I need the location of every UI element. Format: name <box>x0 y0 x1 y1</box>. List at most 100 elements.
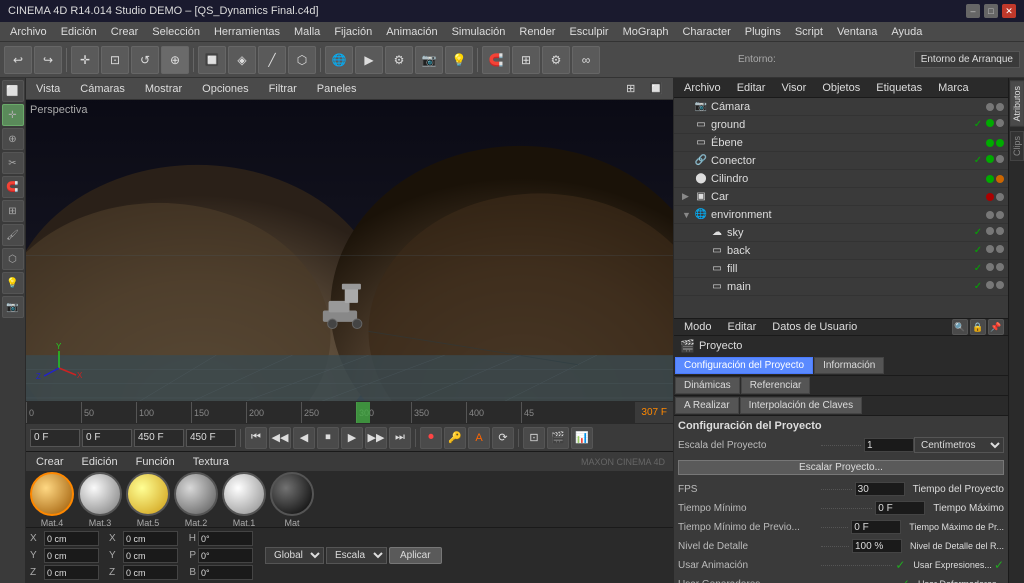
render-settings[interactable]: ⚙ <box>385 46 413 74</box>
mode-editar[interactable]: Editar <box>722 320 763 334</box>
menu-mograph[interactable]: MoGraph <box>617 24 675 40</box>
mat-funcion[interactable]: Función <box>130 455 181 469</box>
om-item-ground[interactable]: ▭ground✓ <box>674 116 1008 134</box>
fps-field[interactable] <box>855 482 905 496</box>
escala-unit-dropdown[interactable]: Centímetros Metros <box>914 437 1004 453</box>
b-field[interactable] <box>198 565 253 580</box>
menu-edicion[interactable]: Edición <box>55 24 103 40</box>
mat-crear[interactable]: Crear <box>30 455 70 469</box>
mode-modo[interactable]: Modo <box>678 320 718 334</box>
material-item-Mat[interactable]: Mat <box>270 472 314 527</box>
om-item-environment[interactable]: ▼🌐environment <box>674 206 1008 224</box>
menu-render[interactable]: Render <box>513 24 561 40</box>
attr-lock-btn[interactable]: 🔒 <box>970 319 986 335</box>
om-item-conector[interactable]: 🔗Conector✓ <box>674 152 1008 170</box>
mode-datos[interactable]: Datos de Usuario <box>766 320 863 334</box>
om-dot-gray[interactable] <box>996 211 1004 219</box>
menu-esculpir[interactable]: Esculpir <box>563 24 614 40</box>
undo-button[interactable]: ↩ <box>4 46 32 74</box>
entorno-value[interactable]: Entorno de Arranque <box>914 51 1020 68</box>
om-dot-gray[interactable] <box>986 281 994 289</box>
menu-ayuda[interactable]: Ayuda <box>885 24 928 40</box>
icon-axis[interactable]: ⊞ <box>2 200 24 222</box>
go-start-button[interactable]: ⏮ <box>245 427 267 449</box>
rotate-tool[interactable]: ↺ <box>131 46 159 74</box>
om-item-main[interactable]: ▭main✓ <box>674 278 1008 296</box>
playback-opt-btn[interactable]: 📊 <box>571 427 593 449</box>
poly-mode[interactable]: ⬡ <box>288 46 316 74</box>
om-check[interactable]: ✓ <box>972 245 984 257</box>
om-item-sky[interactable]: ☁sky✓ <box>674 224 1008 242</box>
om-dot-gray[interactable] <box>986 245 994 253</box>
expand-arrow[interactable]: ▶ <box>682 191 694 202</box>
menu-simulacion[interactable]: Simulación <box>446 24 512 40</box>
om-archivo[interactable]: Archivo <box>678 81 727 95</box>
step-back-button[interactable]: ◀ <box>293 427 315 449</box>
om-dot-red[interactable] <box>986 193 994 201</box>
record-btn[interactable]: ⏺ <box>420 427 442 449</box>
menu-ventana[interactable]: Ventana <box>831 24 883 40</box>
om-dot-green[interactable] <box>986 155 994 163</box>
om-check[interactable]: ✓ <box>972 119 984 131</box>
coord-dropdown[interactable]: Global Local <box>265 547 324 564</box>
om-dot-gray[interactable] <box>996 193 1004 201</box>
material-item-Mat.3[interactable]: Mat.3 <box>78 472 122 527</box>
icon-move[interactable]: ✛ <box>2 104 24 126</box>
material-item-Mat.1[interactable]: Mat.1 <box>222 472 266 527</box>
icon-cube[interactable]: ⬜ <box>2 80 24 102</box>
escala-field[interactable] <box>864 438 914 452</box>
menu-animacion[interactable]: Animación <box>380 24 443 40</box>
hz-field[interactable] <box>123 565 178 580</box>
om-check[interactable]: ✓ <box>972 155 984 167</box>
vp-filtrar[interactable]: Filtrar <box>263 82 303 96</box>
tiempo-min-field[interactable] <box>875 501 925 515</box>
snap-time-btn[interactable]: ⊡ <box>523 427 545 449</box>
attr-tab-dinamicas[interactable]: Dinámicas <box>675 377 740 394</box>
om-marca[interactable]: Marca <box>932 81 975 95</box>
hy-field[interactable] <box>123 548 178 563</box>
attr-tab-info[interactable]: Información <box>814 357 884 374</box>
object-mode[interactable]: 🔲 <box>198 46 226 74</box>
vtab-clips[interactable]: Clips <box>1010 131 1024 161</box>
grid-btn[interactable]: ⊞ <box>512 46 540 74</box>
icon-magnet[interactable]: 🧲 <box>2 176 24 198</box>
om-item-back[interactable]: ▭back✓ <box>674 242 1008 260</box>
om-dot-gray[interactable] <box>986 211 994 219</box>
menu-seleccion[interactable]: Selección <box>146 24 206 40</box>
tiempo-min-prev-field[interactable] <box>851 520 901 534</box>
next-frame-button[interactable]: ▶▶ <box>365 427 387 449</box>
apply-button[interactable]: Aplicar <box>389 547 442 564</box>
mat-edicion[interactable]: Edición <box>76 455 124 469</box>
redo-button[interactable]: ↪ <box>34 46 62 74</box>
om-check[interactable]: ✓ <box>972 227 984 239</box>
component-mode[interactable]: ◈ <box>228 46 256 74</box>
om-check[interactable]: ✓ <box>972 281 984 293</box>
usar-gen-check[interactable]: ✓ <box>900 577 910 583</box>
om-item-fill[interactable]: ▭fill✓ <box>674 260 1008 278</box>
vp-vista[interactable]: Vista <box>30 82 66 96</box>
om-dot-gray[interactable] <box>996 245 1004 253</box>
om-dot-gray[interactable] <box>996 227 1004 235</box>
maximize-button[interactable]: □ <box>984 4 998 18</box>
frame-current-field[interactable] <box>82 429 132 447</box>
camera-btn[interactable]: 📷 <box>415 46 443 74</box>
light-btn[interactable]: 💡 <box>445 46 473 74</box>
om-dot-gray[interactable] <box>986 103 994 111</box>
z-field[interactable] <box>44 565 99 580</box>
vp-icon1[interactable]: ⊞ <box>620 81 641 96</box>
icon-knife[interactable]: ✂ <box>2 152 24 174</box>
om-dot-gray[interactable] <box>996 119 1004 127</box>
menu-crear[interactable]: Crear <box>105 24 145 40</box>
vtab-atributos[interactable]: Atributos <box>1010 81 1024 127</box>
mat-textura[interactable]: Textura <box>187 455 235 469</box>
om-dot-green[interactable] <box>986 175 994 183</box>
minimize-button[interactable]: – <box>966 4 980 18</box>
om-dot-green[interactable] <box>986 139 994 147</box>
hx-field[interactable] <box>123 531 178 546</box>
om-visor[interactable]: Visor <box>775 81 812 95</box>
om-dot-gray[interactable] <box>986 227 994 235</box>
p-field[interactable] <box>198 548 253 563</box>
om-item-cilindro[interactable]: ⬤Cilindro <box>674 170 1008 188</box>
config-btn[interactable]: ⚙ <box>542 46 570 74</box>
material-item-Mat.5[interactable]: Mat.5 <box>126 472 170 527</box>
